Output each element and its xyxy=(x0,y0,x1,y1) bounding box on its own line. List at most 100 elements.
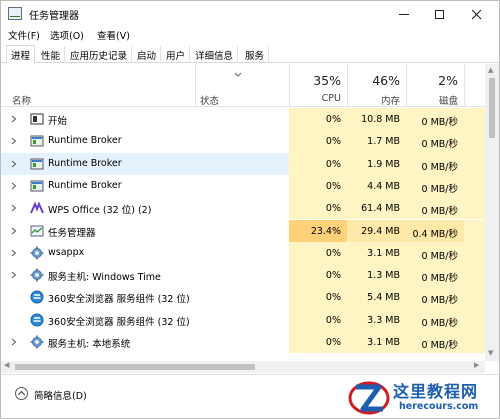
task-manager-window: 任务管理器 文件(F) 选项(O) 查看(V) 进程 性能 应用历史记录 启动 … xyxy=(0,0,500,419)
process-disk: 0 MB/秒 xyxy=(406,130,464,153)
title-bar[interactable]: 任务管理器 xyxy=(1,1,499,27)
process-disk: 0 MB/秒 xyxy=(406,174,464,198)
chevron-right-icon[interactable] xyxy=(11,249,17,257)
tab-users[interactable]: 用户 xyxy=(162,46,191,63)
process-cpu: 0% xyxy=(289,174,347,198)
start-window-icon xyxy=(30,112,44,126)
vertical-scroll-thumb[interactable] xyxy=(489,78,495,138)
process-disk: 0 MB/秒 xyxy=(406,152,464,175)
task-manager-icon xyxy=(30,224,44,238)
chevron-up-circle-icon[interactable] xyxy=(15,387,28,400)
process-row[interactable]: 360安全浏览器 服务组件 (32 位) 0% 5.4 MB 0 MB/秒 xyxy=(1,286,485,309)
disk-label: 磁盘 xyxy=(438,96,458,107)
process-row[interactable]: 360安全浏览器 服务组件 (32 位) 0% 3.3 MB 0 MB/秒 xyxy=(1,308,485,331)
scroll-down-icon[interactable]: ▼ xyxy=(488,349,493,357)
process-cpu: 0% xyxy=(289,152,347,175)
process-memory: 3.1 MB xyxy=(347,331,406,354)
horizontal-scrollbar[interactable]: ◀ ▶ xyxy=(1,361,485,373)
process-cpu: 0% xyxy=(289,331,347,354)
maximize-icon xyxy=(434,9,444,19)
menu-file[interactable]: 文件(F) xyxy=(8,28,40,42)
vertical-scrollbar[interactable]: ▲ ▼ xyxy=(485,64,499,361)
menu-view[interactable]: 查看(V) xyxy=(97,28,130,42)
minimize-button[interactable] xyxy=(388,1,420,27)
process-disk: 0 MB/秒 xyxy=(406,197,464,220)
process-list: 开始 0% 10.8 MB 0 MB/秒 Runtime Broker 0% 1.7 MB 0… xyxy=(1,108,485,361)
process-network xyxy=(464,241,485,265)
column-cpu[interactable]: 35% CPU xyxy=(289,64,347,107)
horizontal-scroll-thumb[interactable] xyxy=(15,364,255,370)
process-row[interactable]: 开始 0% 10.8 MB 0 MB/秒 xyxy=(1,108,485,131)
watermark-logo-icon xyxy=(348,381,390,415)
process-network xyxy=(464,197,485,220)
process-name: 任务管理器 xyxy=(48,227,96,239)
fewer-details-button[interactable]: 简略信息(D) xyxy=(34,388,87,402)
column-divider[interactable] xyxy=(195,64,196,107)
process-row[interactable]: 服务主机: 本地系统 0% 3.1 MB 0 MB/秒 xyxy=(1,331,485,354)
process-row[interactable]: Runtime Broker 0% 4.4 MB 0 MB/秒 xyxy=(1,174,485,198)
gear-icon xyxy=(30,268,44,282)
scroll-right-icon[interactable]: ▶ xyxy=(474,361,479,369)
process-row[interactable]: Runtime Broker 0% 1.7 MB 0 MB/秒 xyxy=(1,130,485,153)
cpu-total-percent: 35% xyxy=(313,73,341,88)
process-cpu: 0% xyxy=(289,264,347,287)
chevron-right-icon[interactable] xyxy=(11,160,17,168)
tab-performance[interactable]: 性能 xyxy=(37,46,66,63)
chevron-right-icon[interactable] xyxy=(11,204,17,212)
process-row[interactable]: 服务主机: Windows Time 0% 1.3 MB 0 MB/秒 xyxy=(1,264,485,287)
column-divider[interactable] xyxy=(464,64,465,107)
scroll-up-icon[interactable]: ▲ xyxy=(488,66,493,74)
close-button[interactable] xyxy=(460,1,492,27)
scroll-left-icon[interactable]: ◀ xyxy=(4,361,9,369)
process-cpu: 0% xyxy=(289,108,347,131)
process-cpu: 0% xyxy=(289,130,347,153)
process-disk: 0.4 MB/秒 xyxy=(406,219,464,242)
tab-app-history[interactable]: 应用历史记录 xyxy=(66,46,133,63)
process-name: 360安全浏览器 服务组件 (32 位) xyxy=(48,316,190,328)
row-background xyxy=(1,242,289,264)
process-cpu: 0% xyxy=(289,308,347,331)
process-cpu: 0% xyxy=(289,241,347,265)
process-network xyxy=(464,264,485,287)
chevron-right-icon[interactable] xyxy=(11,115,17,123)
browser-360-icon xyxy=(30,313,44,327)
tab-bar: 进程 性能 应用历史记录 启动 用户 详细信息 服务 xyxy=(1,44,499,64)
maximize-button[interactable] xyxy=(423,1,455,27)
process-memory: 3.3 MB xyxy=(347,308,406,331)
process-network xyxy=(464,130,485,153)
watermark-title: 这里教程网 xyxy=(393,382,479,401)
memory-total-percent: 46% xyxy=(372,73,400,88)
chevron-right-icon[interactable] xyxy=(11,227,17,235)
memory-label: 内存 xyxy=(380,96,400,107)
process-network xyxy=(464,308,485,331)
tab-services[interactable]: 服务 xyxy=(241,46,270,63)
chevron-right-icon[interactable] xyxy=(11,182,17,190)
process-row[interactable]: Runtime Broker 0% 1.9 MB 0 MB/秒 xyxy=(1,152,485,175)
chevron-right-icon[interactable] xyxy=(11,271,17,279)
process-memory: 4.4 MB xyxy=(347,174,406,198)
chevron-right-icon[interactable] xyxy=(11,338,17,346)
process-cpu: 0% xyxy=(289,286,347,309)
menu-options[interactable]: 选项(O) xyxy=(50,28,84,42)
sort-chevron-down-icon xyxy=(234,72,242,77)
column-status[interactable]: 状态 xyxy=(200,93,219,107)
minimize-icon xyxy=(399,13,409,15)
site-watermark: 这里教程网 herecours.com xyxy=(347,375,499,419)
column-memory[interactable]: 46% 内存 xyxy=(347,64,406,107)
tab-details[interactable]: 详细信息 xyxy=(191,46,239,63)
process-network xyxy=(464,108,485,131)
tab-startup[interactable]: 启动 xyxy=(133,46,162,63)
column-name[interactable]: 名称 xyxy=(12,93,31,107)
process-name: 开始 xyxy=(48,116,68,127)
row-background xyxy=(1,331,289,353)
process-row[interactable]: WPS Office (32 位) (2) 0% 61.4 MB 0 MB/秒 xyxy=(1,197,485,220)
process-row[interactable]: wsappx 0% 3.1 MB 0 MB/秒 xyxy=(1,241,485,265)
process-row[interactable]: 任务管理器 23.4% 29.4 MB 0.4 MB/秒 xyxy=(1,219,485,242)
process-name: 服务主机: 本地系统 xyxy=(48,339,131,350)
chevron-right-icon[interactable] xyxy=(11,137,17,145)
process-name: 360安全浏览器 服务组件 (32 位) xyxy=(48,294,190,306)
browser-360-icon xyxy=(30,290,44,304)
column-disk[interactable]: 2% 磁盘 xyxy=(406,64,464,107)
tab-processes[interactable]: 进程 xyxy=(6,45,36,64)
process-memory: 1.7 MB xyxy=(347,130,406,153)
